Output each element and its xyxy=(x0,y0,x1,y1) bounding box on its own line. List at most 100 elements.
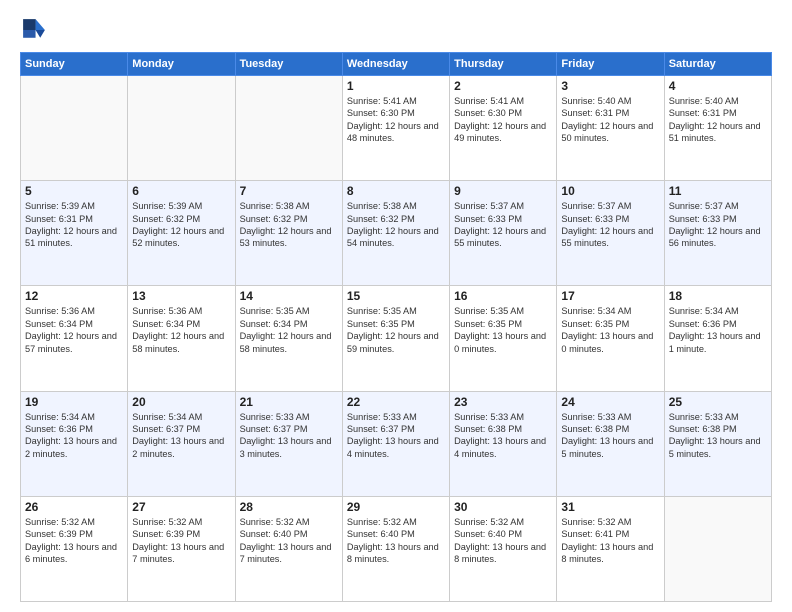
cell-info: Sunrise: 5:33 AMSunset: 6:37 PMDaylight:… xyxy=(240,411,338,461)
calendar-cell xyxy=(128,76,235,181)
calendar-week-row: 26 Sunrise: 5:32 AMSunset: 6:39 PMDayligh… xyxy=(21,496,772,601)
cell-day-number: 27 xyxy=(132,500,230,514)
weekday-header-sunday: Sunday xyxy=(21,53,128,76)
calendar-cell: 11 Sunrise: 5:37 AMSunset: 6:33 PMDayligh… xyxy=(664,181,771,286)
calendar-cell: 9 Sunrise: 5:37 AMSunset: 6:33 PMDaylight… xyxy=(450,181,557,286)
cell-day-number: 21 xyxy=(240,395,338,409)
cell-day-number: 26 xyxy=(25,500,123,514)
cell-info: Sunrise: 5:34 AMSunset: 6:35 PMDaylight:… xyxy=(561,305,659,355)
calendar-cell: 22 Sunrise: 5:33 AMSunset: 6:37 PMDayligh… xyxy=(342,391,449,496)
calendar-cell xyxy=(235,76,342,181)
page: SundayMondayTuesdayWednesdayThursdayFrid… xyxy=(0,0,792,612)
calendar-cell: 28 Sunrise: 5:32 AMSunset: 6:40 PMDayligh… xyxy=(235,496,342,601)
calendar-cell: 12 Sunrise: 5:36 AMSunset: 6:34 PMDayligh… xyxy=(21,286,128,391)
cell-day-number: 18 xyxy=(669,289,767,303)
calendar-week-row: 19Sunrise: 5:34 AMSunset: 6:36 PMDayligh… xyxy=(21,391,772,496)
calendar-cell: 25 Sunrise: 5:33 AMSunset: 6:38 PMDayligh… xyxy=(664,391,771,496)
cell-info: Sunrise: 5:36 AMSunset: 6:34 PMDaylight:… xyxy=(25,305,123,355)
cell-day-number: 31 xyxy=(561,500,659,514)
weekday-header-wednesday: Wednesday xyxy=(342,53,449,76)
calendar-cell: 30 Sunrise: 5:32 AMSunset: 6:40 PMDayligh… xyxy=(450,496,557,601)
calendar-cell: 3 Sunrise: 5:40 AMSunset: 6:31 PMDaylight… xyxy=(557,76,664,181)
cell-info: Sunrise: 5:36 AMSunset: 6:34 PMDaylight:… xyxy=(132,305,230,355)
cell-day-number: 9 xyxy=(454,184,552,198)
weekday-header-thursday: Thursday xyxy=(450,53,557,76)
cell-info: Sunrise: 5:33 AMSunset: 6:38 PMDaylight:… xyxy=(454,411,552,461)
cell-day-number: 20 xyxy=(132,395,230,409)
calendar-cell: 6 Sunrise: 5:39 AMSunset: 6:32 PMDaylight… xyxy=(128,181,235,286)
cell-day-number: 19 xyxy=(25,395,123,409)
cell-info: Sunrise: 5:38 AMSunset: 6:32 PMDaylight:… xyxy=(240,200,338,250)
calendar-cell: 18 Sunrise: 5:34 AMSunset: 6:36 PMDayligh… xyxy=(664,286,771,391)
calendar-cell: 27 Sunrise: 5:32 AMSunset: 6:39 PMDayligh… xyxy=(128,496,235,601)
cell-info: Sunrise: 5:33 AMSunset: 6:38 PMDaylight:… xyxy=(561,411,659,461)
cell-day-number: 28 xyxy=(240,500,338,514)
calendar-cell: 7 Sunrise: 5:38 AMSunset: 6:32 PMDaylight… xyxy=(235,181,342,286)
cell-info: Sunrise: 5:41 AMSunset: 6:30 PMDaylight:… xyxy=(454,95,552,145)
calendar-cell: 4 Sunrise: 5:40 AMSunset: 6:31 PMDaylight… xyxy=(664,76,771,181)
cell-info: Sunrise: 5:33 AMSunset: 6:38 PMDaylight:… xyxy=(669,411,767,461)
weekday-header-friday: Friday xyxy=(557,53,664,76)
cell-info: Sunrise: 5:32 AMSunset: 6:40 PMDaylight:… xyxy=(454,516,552,566)
cell-info: Sunrise: 5:32 AMSunset: 6:40 PMDaylight:… xyxy=(347,516,445,566)
cell-info: Sunrise: 5:33 AMSunset: 6:37 PMDaylight:… xyxy=(347,411,445,461)
calendar-cell: 23 Sunrise: 5:33 AMSunset: 6:38 PMDayligh… xyxy=(450,391,557,496)
cell-day-number: 29 xyxy=(347,500,445,514)
calendar-cell: 8Sunrise: 5:38 AMSunset: 6:32 PMDaylight… xyxy=(342,181,449,286)
calendar-cell: 1 Sunrise: 5:41 AMSunset: 6:30 PMDaylight… xyxy=(342,76,449,181)
cell-day-number: 5 xyxy=(25,184,123,198)
calendar-cell: 15 Sunrise: 5:35 AMSunset: 6:35 PMDayligh… xyxy=(342,286,449,391)
cell-info: Sunrise: 5:38 AMSunset: 6:32 PMDaylight:… xyxy=(347,200,445,250)
cell-day-number: 11 xyxy=(669,184,767,198)
weekday-header-monday: Monday xyxy=(128,53,235,76)
cell-info: Sunrise: 5:32 AMSunset: 6:40 PMDaylight:… xyxy=(240,516,338,566)
weekday-header-tuesday: Tuesday xyxy=(235,53,342,76)
cell-day-number: 1 xyxy=(347,79,445,93)
calendar-cell: 21 Sunrise: 5:33 AMSunset: 6:37 PMDayligh… xyxy=(235,391,342,496)
logo xyxy=(20,16,52,44)
cell-day-number: 15 xyxy=(347,289,445,303)
cell-info: Sunrise: 5:37 AMSunset: 6:33 PMDaylight:… xyxy=(669,200,767,250)
calendar-cell: 14 Sunrise: 5:35 AMSunset: 6:34 PMDayligh… xyxy=(235,286,342,391)
calendar-cell: 10Sunrise: 5:37 AMSunset: 6:33 PMDayligh… xyxy=(557,181,664,286)
cell-day-number: 13 xyxy=(132,289,230,303)
calendar-cell: 2Sunrise: 5:41 AMSunset: 6:30 PMDaylight… xyxy=(450,76,557,181)
cell-day-number: 7 xyxy=(240,184,338,198)
cell-info: Sunrise: 5:40 AMSunset: 6:31 PMDaylight:… xyxy=(669,95,767,145)
cell-day-number: 22 xyxy=(347,395,445,409)
cell-info: Sunrise: 5:41 AMSunset: 6:30 PMDaylight:… xyxy=(347,95,445,145)
calendar-cell: 24 Sunrise: 5:33 AMSunset: 6:38 PMDayligh… xyxy=(557,391,664,496)
cell-day-number: 3 xyxy=(561,79,659,93)
calendar-table: SundayMondayTuesdayWednesdayThursdayFrid… xyxy=(20,52,772,602)
cell-day-number: 10 xyxy=(561,184,659,198)
calendar-cell: 26 Sunrise: 5:32 AMSunset: 6:39 PMDayligh… xyxy=(21,496,128,601)
cell-info: Sunrise: 5:32 AMSunset: 6:39 PMDaylight:… xyxy=(132,516,230,566)
cell-day-number: 30 xyxy=(454,500,552,514)
calendar-cell xyxy=(21,76,128,181)
calendar-cell: 20Sunrise: 5:34 AMSunset: 6:37 PMDayligh… xyxy=(128,391,235,496)
calendar-cell: 17Sunrise: 5:34 AMSunset: 6:35 PMDayligh… xyxy=(557,286,664,391)
cell-info: Sunrise: 5:40 AMSunset: 6:31 PMDaylight:… xyxy=(561,95,659,145)
cell-info: Sunrise: 5:39 AMSunset: 6:32 PMDaylight:… xyxy=(132,200,230,250)
cell-info: Sunrise: 5:35 AMSunset: 6:35 PMDaylight:… xyxy=(454,305,552,355)
cell-day-number: 23 xyxy=(454,395,552,409)
cell-info: Sunrise: 5:34 AMSunset: 6:36 PMDaylight:… xyxy=(669,305,767,355)
cell-day-number: 4 xyxy=(669,79,767,93)
cell-day-number: 16 xyxy=(454,289,552,303)
cell-day-number: 14 xyxy=(240,289,338,303)
header xyxy=(20,16,772,44)
cell-day-number: 24 xyxy=(561,395,659,409)
cell-info: Sunrise: 5:37 AMSunset: 6:33 PMDaylight:… xyxy=(454,200,552,250)
cell-info: Sunrise: 5:35 AMSunset: 6:35 PMDaylight:… xyxy=(347,305,445,355)
calendar-cell xyxy=(664,496,771,601)
cell-day-number: 6 xyxy=(132,184,230,198)
cell-info: Sunrise: 5:35 AMSunset: 6:34 PMDaylight:… xyxy=(240,305,338,355)
cell-info: Sunrise: 5:32 AMSunset: 6:41 PMDaylight:… xyxy=(561,516,659,566)
cell-info: Sunrise: 5:32 AMSunset: 6:39 PMDaylight:… xyxy=(25,516,123,566)
calendar-week-row: 1 Sunrise: 5:41 AMSunset: 6:30 PMDaylight… xyxy=(21,76,772,181)
cell-day-number: 12 xyxy=(25,289,123,303)
weekday-header-row: SundayMondayTuesdayWednesdayThursdayFrid… xyxy=(21,53,772,76)
calendar-cell: 16 Sunrise: 5:35 AMSunset: 6:35 PMDayligh… xyxy=(450,286,557,391)
calendar-cell: 29 Sunrise: 5:32 AMSunset: 6:40 PMDayligh… xyxy=(342,496,449,601)
cell-day-number: 25 xyxy=(669,395,767,409)
